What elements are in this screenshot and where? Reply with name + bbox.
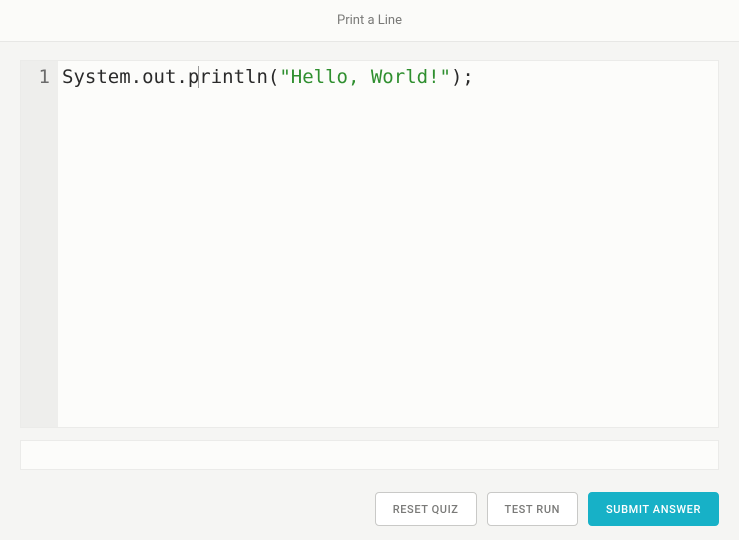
- code-token: rintln(: [199, 66, 279, 88]
- code-token: );: [451, 66, 474, 88]
- page-title: Print a Line: [337, 13, 402, 28]
- page-header: Print a Line: [0, 0, 739, 42]
- submit-answer-button[interactable]: SUBMIT ANSWER: [588, 492, 719, 526]
- reset-quiz-button[interactable]: RESET QUIZ: [375, 492, 477, 526]
- code-text-area[interactable]: System.out.println("Hello, World!");: [58, 61, 718, 427]
- code-token: "Hello, World!": [279, 66, 451, 88]
- code-editor[interactable]: 1 System.out.println("Hello, World!");: [20, 60, 719, 428]
- editor-gutter: 1: [21, 61, 58, 427]
- content-area: 1 System.out.println("Hello, World!");: [0, 42, 739, 482]
- code-token: System.out.p: [62, 66, 199, 88]
- test-run-button[interactable]: TEST RUN: [487, 492, 579, 526]
- output-panel: [20, 440, 719, 470]
- action-button-row: RESET QUIZ TEST RUN SUBMIT ANSWER: [0, 482, 739, 540]
- line-number: 1: [21, 65, 58, 89]
